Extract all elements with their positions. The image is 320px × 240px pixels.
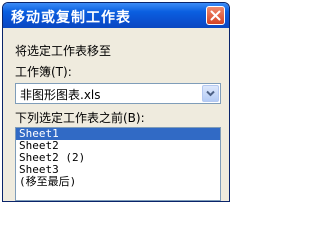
workbook-select-value: 非图形图表.xls: [20, 88, 101, 102]
workbook-select[interactable]: 非图形图表.xls: [15, 83, 221, 104]
dialog-title: 移动或复制工作表: [11, 10, 131, 26]
close-icon: [210, 10, 221, 21]
workbook-label: 工作簿(T):: [15, 65, 72, 79]
close-button[interactable]: [206, 6, 225, 25]
before-sheet-label: 下列选定工作表之前(B):: [15, 111, 145, 125]
workbook-dropdown-button[interactable]: [202, 85, 219, 102]
sheet-list[interactable]: Sheet1 Sheet2 Sheet2 (2) Sheet3 (移至最后): [15, 127, 221, 201]
sheet-list-item-move-to-end[interactable]: (移至最后): [16, 176, 220, 188]
chevron-down-icon: [206, 90, 215, 97]
destination-section-label: 将选定工作表移至: [15, 44, 112, 58]
move-copy-sheet-dialog: 移动或复制工作表 将选定工作表移至 工作簿(T): 非图形图表.xls 下列选定…: [2, 2, 230, 202]
title-bar[interactable]: 移动或复制工作表: [3, 3, 229, 28]
